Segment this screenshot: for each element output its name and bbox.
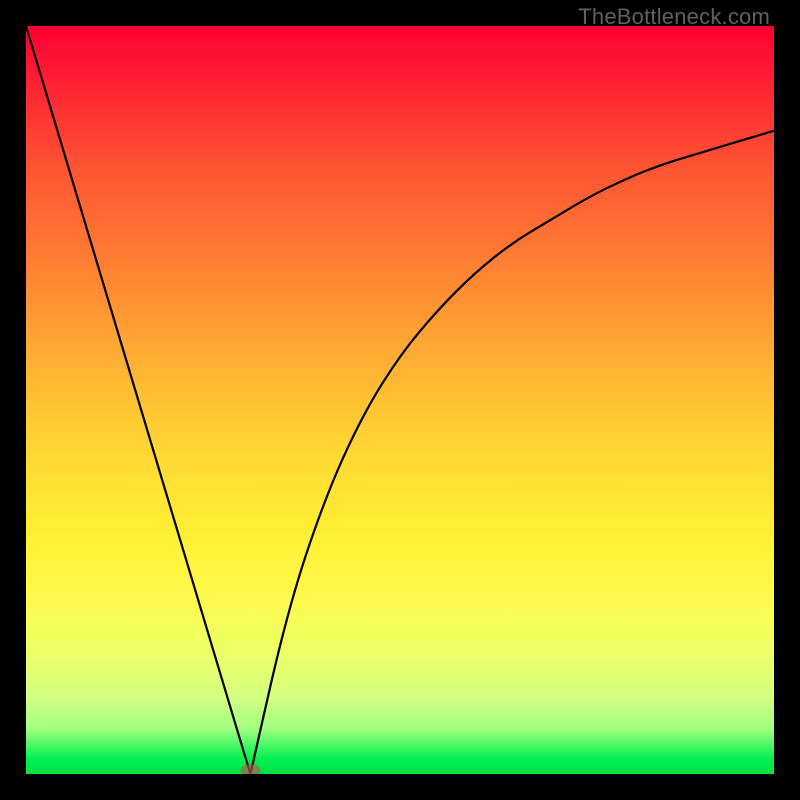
chart-svg bbox=[26, 26, 774, 774]
plot-area bbox=[26, 26, 774, 774]
min-point-marker bbox=[240, 764, 260, 774]
left-curve-line bbox=[26, 26, 250, 774]
chart-container: TheBottleneck.com bbox=[0, 0, 800, 800]
right-curve-line bbox=[250, 131, 774, 774]
